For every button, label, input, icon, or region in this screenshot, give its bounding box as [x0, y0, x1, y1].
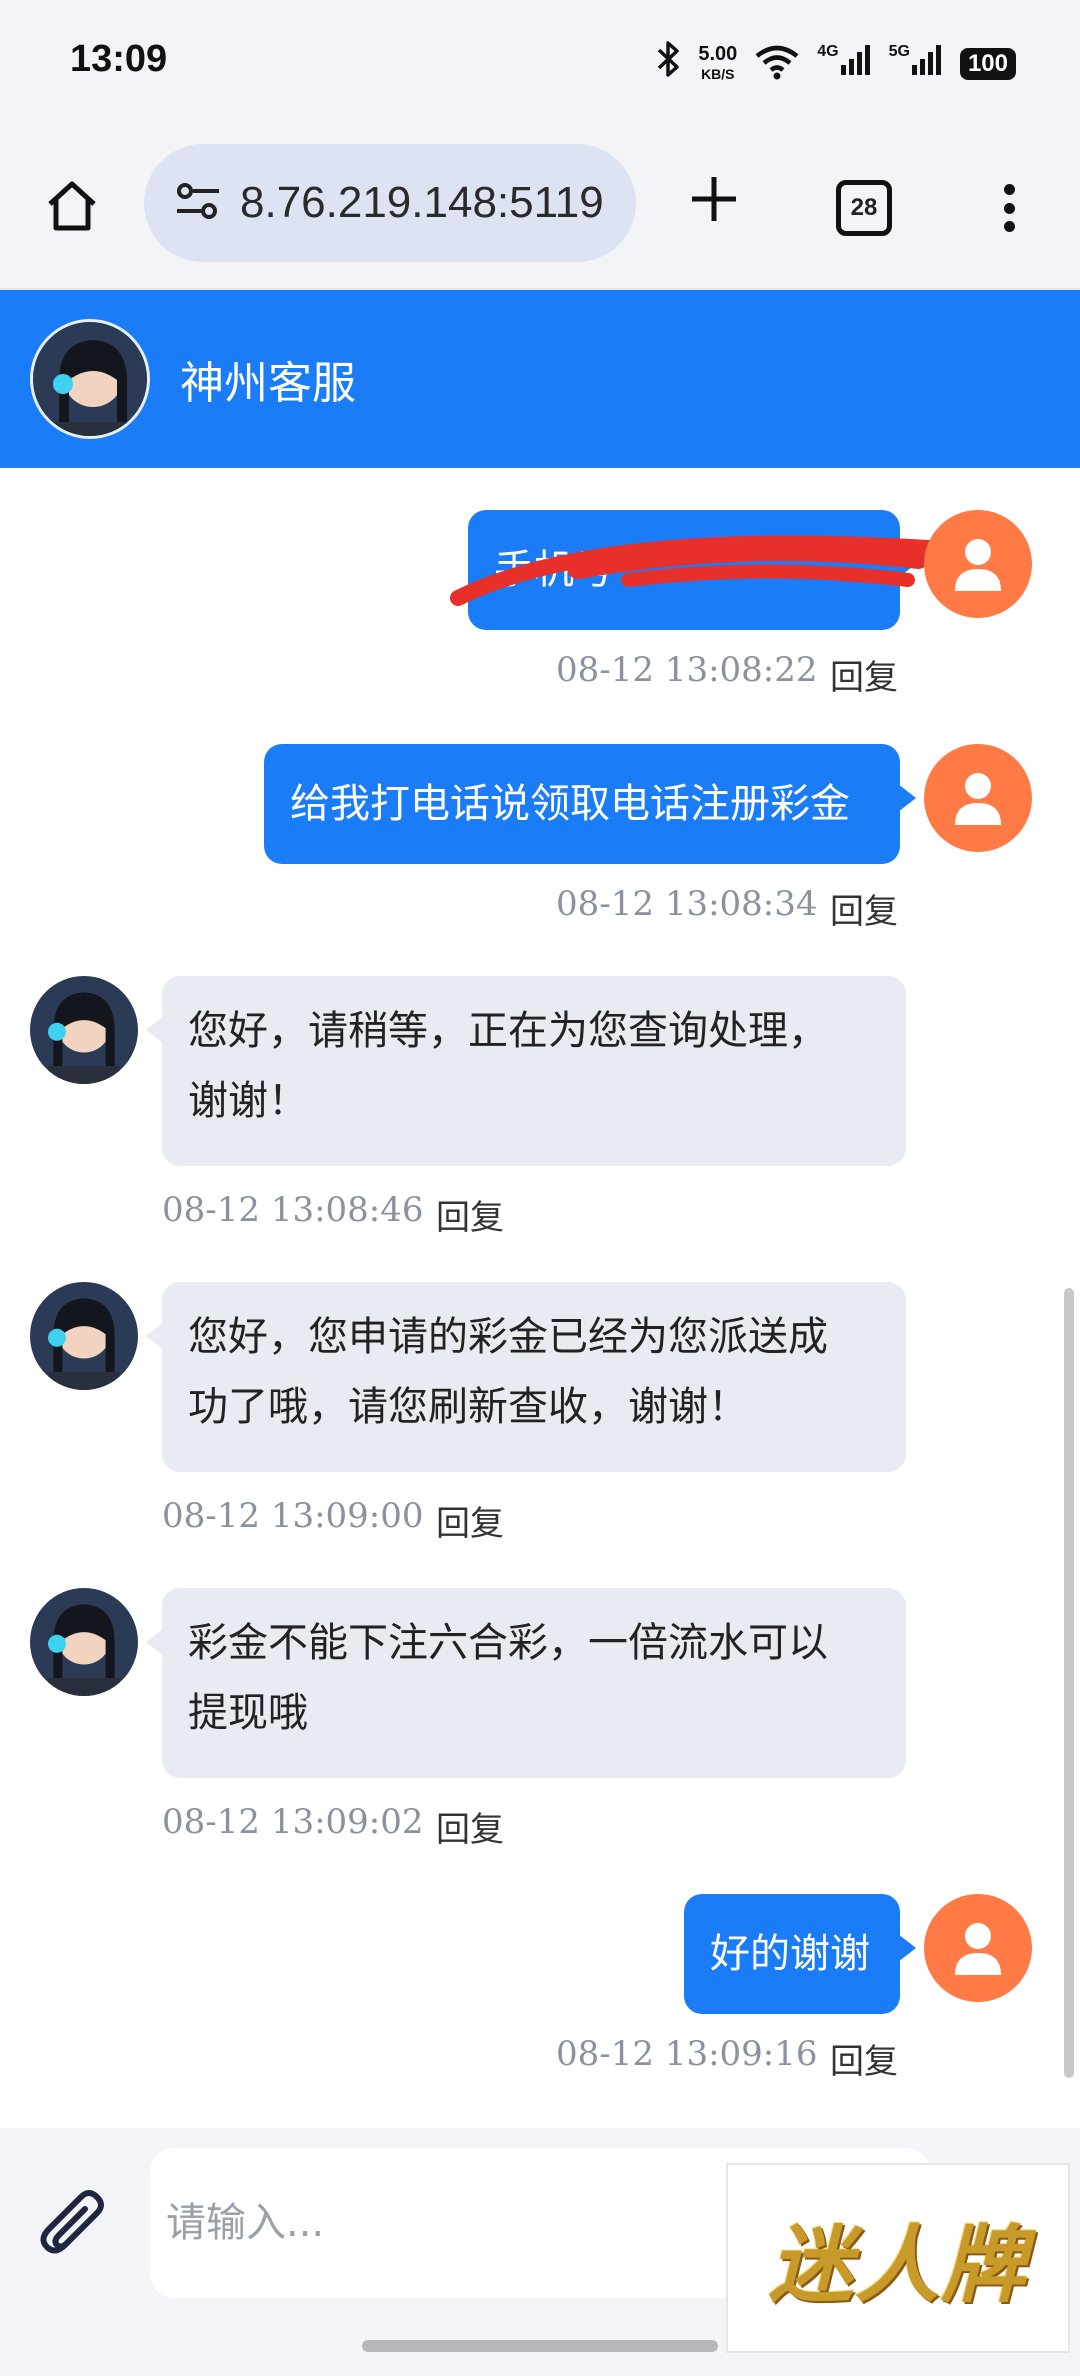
more-vert-icon: [1003, 184, 1015, 195]
status-icons: 5.00 KB/S 4G 5G 100: [656, 40, 1016, 87]
signal-4g-icon: 4G: [817, 43, 872, 84]
message-time: 08-12 13:09:16: [556, 2034, 818, 2074]
redaction-scribble: [450, 535, 936, 606]
agent-avatar: [30, 319, 150, 439]
battery-indicator: 100: [959, 47, 1016, 80]
tab-count: 28: [850, 194, 878, 221]
reply-button[interactable]: 回复: [830, 884, 898, 933]
message-bubble-incoming: 您好，请稍等，正在为您查询处理， 谢谢！: [146, 976, 906, 1166]
agent-avatar: [30, 976, 138, 1084]
message-time: 08-12 13:09:00: [162, 1496, 424, 1536]
url-text: 8.76.219.148:5119: [240, 178, 604, 227]
bluetooth-icon: [656, 40, 682, 87]
user-avatar: [924, 744, 1032, 852]
message-bubble-outgoing: 给我打电话说领取电话注册彩金: [264, 744, 916, 864]
message-bubble-incoming: 您好，您申请的彩金已经为您派送成 功了哦，请您刷新查收，谢谢！: [146, 1282, 906, 1472]
message-text: 好的谢谢: [710, 1931, 870, 1977]
attach-button[interactable]: [30, 2184, 120, 2274]
agent-avatar: [30, 1588, 138, 1696]
message-text-line: 功了哦，请您刷新查收，谢谢！: [188, 1384, 748, 1430]
chat-header: 神州客服: [0, 290, 1080, 468]
agent-avatar: [30, 1282, 138, 1390]
home-indicator[interactable]: [362, 2340, 718, 2352]
address-bar[interactable]: 8.76.219.148:5119: [144, 144, 636, 262]
tune-icon: [173, 179, 223, 227]
watermark-text: 迷人牌: [768, 2215, 1027, 2314]
chat-title: 神州客服: [180, 358, 356, 409]
signal-5g-icon: 5G: [889, 43, 944, 84]
reply-button[interactable]: 回复: [436, 1190, 504, 1239]
message-time: 08-12 13:08:46: [162, 1190, 424, 1230]
message-text-line: 谢谢！: [188, 1078, 308, 1124]
chat-messages[interactable]: 手机号 08-12 13:08:22 回复 给我打电话说领取电话注册彩金 08-…: [0, 468, 1080, 2128]
home-button[interactable]: [36, 172, 108, 244]
watermark-logo: 迷人牌: [726, 2163, 1070, 2353]
message-text: 给我打电话说领取电话注册彩金: [290, 781, 850, 827]
new-tab-button[interactable]: [678, 170, 750, 242]
signal-4g-label: 4G: [817, 43, 839, 60]
browser-toolbar: 8.76.219.148:5119 28: [0, 130, 1080, 290]
status-bar: 13:09 5.00 KB/S 4G 5G 100: [0, 0, 1080, 130]
net-speed-value: 5.00: [698, 42, 738, 65]
message-bubble-outgoing: 好的谢谢: [684, 1894, 916, 2014]
home-icon: [42, 176, 102, 240]
message-text-line: 提现哦: [188, 1690, 308, 1736]
signal-5g-label: 5G: [888, 43, 910, 60]
reply-button[interactable]: 回复: [436, 1496, 504, 1545]
more-menu-button[interactable]: [984, 172, 1034, 244]
message-text-line: 您好，请稍等，正在为您查询处理，: [188, 1008, 828, 1054]
site-settings-button[interactable]: [166, 171, 230, 235]
message-text-line: 您好，您申请的彩金已经为您派送成: [188, 1314, 828, 1360]
message-text-line: 彩金不能下注六合彩，一倍流水可以: [188, 1620, 828, 1666]
user-avatar: [924, 1894, 1032, 2002]
message-bubble-incoming: 彩金不能下注六合彩，一倍流水可以 提现哦: [146, 1588, 906, 1778]
message-time: 08-12 13:08:22: [556, 650, 818, 690]
tab-switcher-button[interactable]: 28: [836, 180, 892, 236]
net-speed-unit: KB/S: [701, 65, 735, 82]
user-avatar: [924, 510, 1032, 618]
reply-button[interactable]: 回复: [830, 2034, 898, 2083]
net-speed: 5.00 KB/S: [698, 44, 737, 84]
plus-icon: [686, 169, 742, 243]
paperclip-icon: [35, 2187, 115, 2271]
reply-button[interactable]: 回复: [436, 1802, 504, 1851]
wifi-icon: [753, 44, 801, 84]
message-time: 08-12 13:08:34: [556, 884, 818, 924]
status-time: 13:09: [70, 38, 168, 80]
message-time: 08-12 13:09:02: [162, 1802, 424, 1842]
message-input-bar: 迷人牌: [0, 2128, 1080, 2376]
chat-scrollbar[interactable]: [1064, 1288, 1074, 2078]
reply-button[interactable]: 回复: [830, 650, 898, 699]
